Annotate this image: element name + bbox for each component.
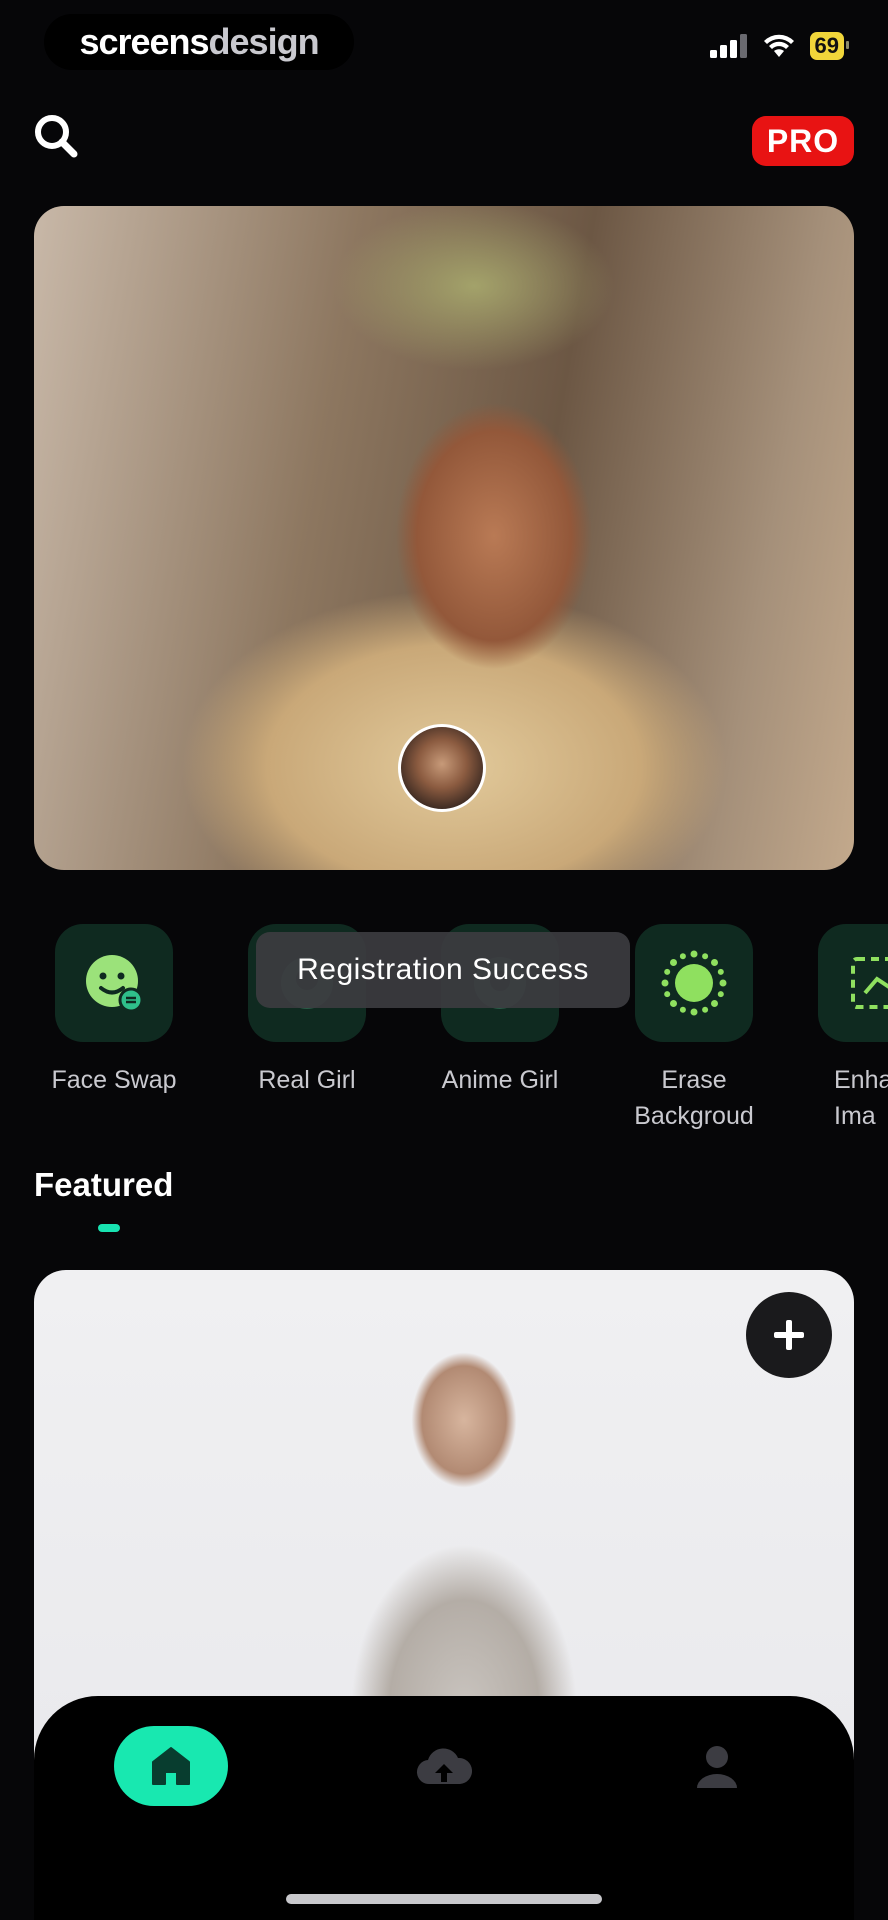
registration-toast: Registration Success xyxy=(256,932,630,1008)
tool-tile xyxy=(55,924,173,1042)
tab-home[interactable] xyxy=(114,1726,228,1806)
tool-tile xyxy=(818,924,888,1042)
tool-face-swap[interactable]: Face Swap xyxy=(44,924,184,1098)
pro-button[interactable]: PRO xyxy=(752,116,854,166)
wifi-icon xyxy=(763,34,794,57)
status-icons: 69 xyxy=(709,32,850,60)
tool-label: Real Girl xyxy=(258,1066,356,1094)
erase-background-icon xyxy=(661,950,727,1016)
face-swap-icon xyxy=(86,955,144,1013)
profile-icon xyxy=(697,1746,737,1788)
tool-label: Face Swap xyxy=(51,1066,177,1094)
signal-icon xyxy=(709,34,747,58)
tool-label: Erase Backgroud xyxy=(634,1066,754,1130)
face-thumbnail[interactable] xyxy=(398,724,486,812)
screensdesign-watermark: screens design xyxy=(44,14,354,70)
tool-label: Enha Ima xyxy=(834,1066,888,1130)
battery-indicator: 69 xyxy=(809,32,850,60)
featured-title[interactable]: Featured xyxy=(34,1166,173,1204)
tab-profile[interactable] xyxy=(682,1731,752,1801)
brand-part1: screens xyxy=(79,21,209,62)
home-indicator xyxy=(286,1894,602,1904)
home-icon xyxy=(152,1747,190,1785)
search-button[interactable] xyxy=(32,112,84,164)
plus-icon xyxy=(774,1320,804,1350)
cloud-upload-icon xyxy=(417,1748,472,1785)
tool-label: Anime Girl xyxy=(441,1066,559,1094)
brand-part2: design xyxy=(208,21,320,62)
tab-upload[interactable] xyxy=(409,1731,479,1801)
enhance-image-icon xyxy=(851,957,888,1009)
search-icon xyxy=(35,115,78,158)
add-button[interactable] xyxy=(746,1292,832,1378)
tool-erase-background[interactable]: Erase Backgroud xyxy=(624,924,764,1134)
tool-tile xyxy=(635,924,753,1042)
featured-tab-indicator xyxy=(98,1224,120,1232)
tool-enhance-image[interactable]: Enha Ima xyxy=(818,924,888,1134)
